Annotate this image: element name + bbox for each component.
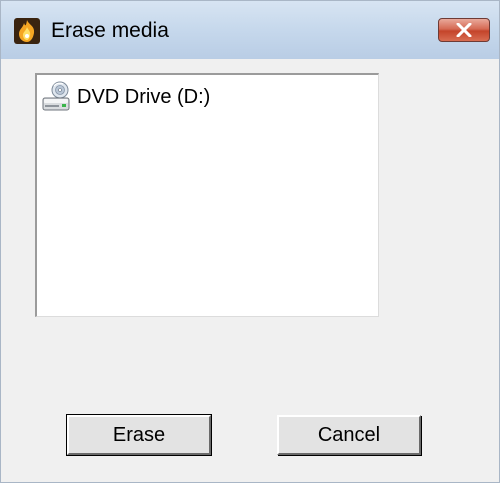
list-item-dvd-drive[interactable]: DVD Drive (D:) bbox=[39, 81, 339, 113]
window-title: Erase media bbox=[51, 19, 169, 42]
erase-media-dialog: Erase media DVD Drive (D:) Erase Cancel bbox=[0, 0, 500, 483]
dvd-drive-icon bbox=[41, 81, 71, 113]
drive-list[interactable]: DVD Drive (D:) bbox=[35, 73, 379, 317]
close-button[interactable] bbox=[438, 18, 490, 42]
title-bar[interactable]: Erase media bbox=[1, 1, 499, 59]
app-flame-icon bbox=[13, 17, 41, 45]
cancel-button[interactable]: Cancel bbox=[277, 415, 421, 455]
erase-button[interactable]: Erase bbox=[66, 414, 212, 456]
dialog-content: DVD Drive (D:) Erase Cancel bbox=[9, 59, 491, 474]
list-item-label: DVD Drive (D:) bbox=[77, 86, 211, 108]
